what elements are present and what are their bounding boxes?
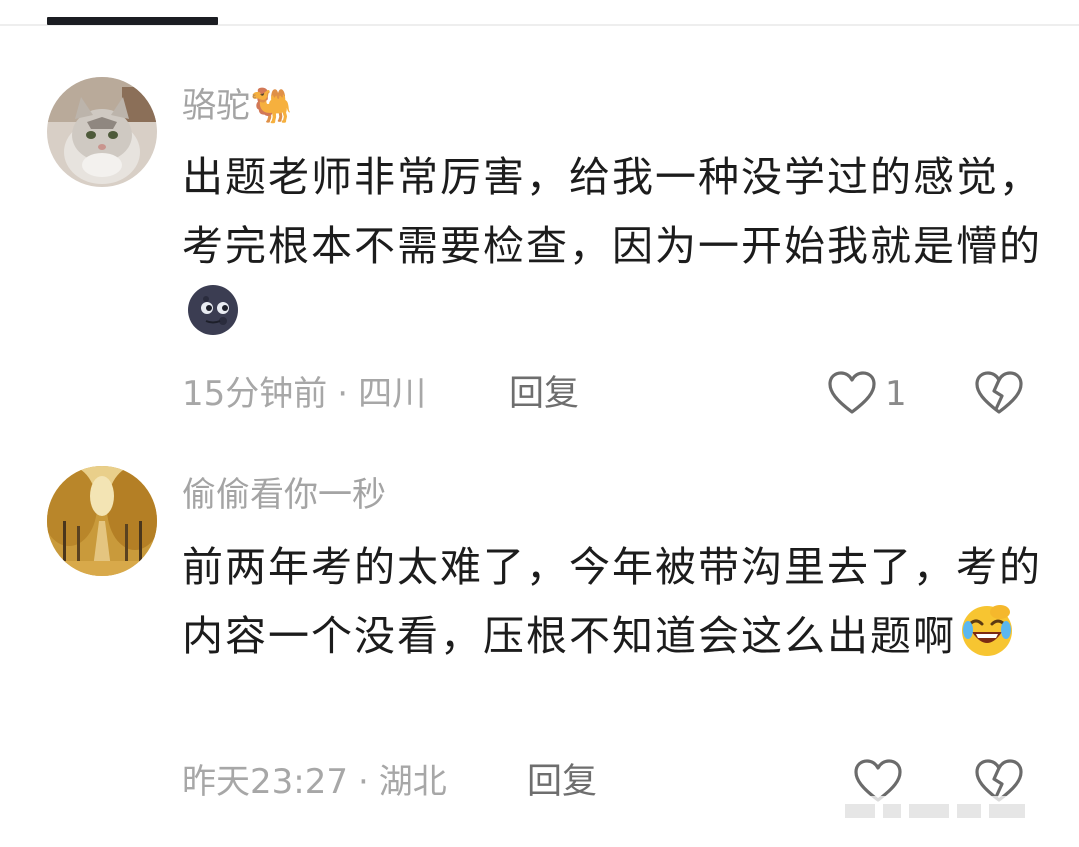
comment-time: 昨天23:27 <box>182 762 348 802</box>
active-tab-indicator <box>47 17 218 25</box>
avatar[interactable] <box>47 77 157 187</box>
like-count: 1 <box>885 374 907 414</box>
reply-button[interactable]: 回复 <box>509 372 579 416</box>
comment-text: 前两年考的太难了，今年被带沟里去了，考的内容一个没看，压根不知道会这么出题啊 <box>182 533 1042 671</box>
comment-meta: 昨天23:27 · 湖北 <box>182 760 447 804</box>
meta-separator: · <box>357 762 369 802</box>
watermark-overlay <box>835 796 1055 824</box>
username[interactable]: 偷偷看你一秒 <box>182 473 386 517</box>
comment-time: 15分钟前 <box>182 374 328 414</box>
heart-outline-icon <box>828 371 876 414</box>
meta-separator: · <box>337 374 349 414</box>
dislike-button[interactable] <box>973 369 1025 417</box>
comment-location: 湖北 <box>378 762 447 802</box>
avatar[interactable] <box>47 466 157 576</box>
broken-heart-icon <box>975 371 1023 414</box>
comment-text-content: 前两年考的太难了，今年被带沟里去了，考的内容一个没看，压根不知道会这么出题啊 <box>182 543 1042 660</box>
rolling-laughing-face-icon <box>960 604 1014 658</box>
comment-location: 四川 <box>358 374 427 414</box>
comment-text-content: 出题老师非常厉害，给我一种没学过的感觉，考完根本不需要检查，因为一开始我就是懵的 <box>182 153 1042 270</box>
comment-meta: 15分钟前 · 四川 <box>182 372 426 416</box>
comment-text: 出题老师非常厉害，给我一种没学过的感觉，考完根本不需要检查，因为一开始我就是懵的 <box>182 143 1042 350</box>
new-moon-face-icon <box>186 283 240 337</box>
reply-button[interactable]: 回复 <box>527 760 597 804</box>
like-button[interactable] <box>826 369 878 417</box>
username[interactable]: 骆驼🐫 <box>182 84 292 128</box>
